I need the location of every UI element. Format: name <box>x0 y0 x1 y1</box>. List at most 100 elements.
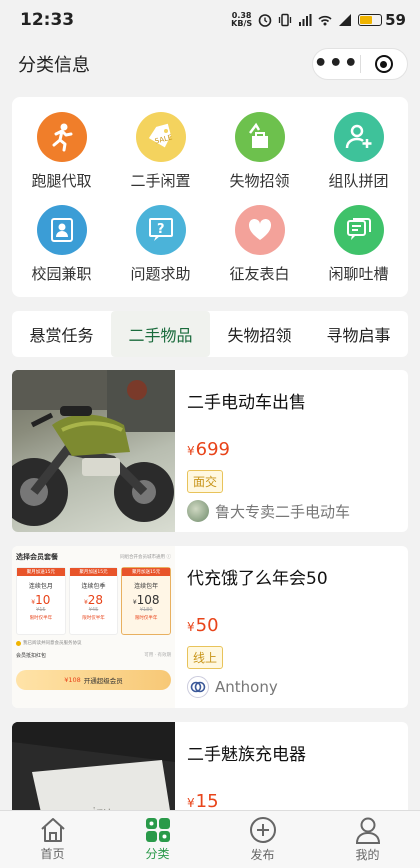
category-help[interactable]: ? 问题求助 <box>111 198 210 291</box>
seller-name: Anthony <box>215 678 278 696</box>
tabbar-label: 我的 <box>355 848 380 862</box>
plan-badge: 聚月加送15元 <box>17 568 65 576</box>
category-label: 二手闲置 <box>130 172 191 190</box>
item-price: ¥50 <box>187 615 396 636</box>
item-title: 二手电动车出售 <box>187 393 306 413</box>
seller[interactable]: Anthony <box>187 676 396 698</box>
tabbar-label: 发布 <box>250 848 275 862</box>
tab-lost-found[interactable]: 失物招领 <box>210 311 309 357</box>
category-lost-found[interactable]: 失物招领 <box>210 105 309 198</box>
plan-badge: 聚月加送15元 <box>122 568 171 576</box>
battery-level: 59 <box>385 11 406 29</box>
bottom-tab-bar: 首页 分类 发布 我的 <box>0 810 420 868</box>
plan-price: 10 <box>35 593 51 607</box>
battery-indicator: 59 <box>358 11 406 29</box>
item-title: 二手魅族充电器 <box>187 745 306 765</box>
item-list: 二手电动车出售 ¥699 面交 鲁大专卖二手电动车 选择会员套餐 同组合开会员城… <box>12 370 408 868</box>
status-bar: 12:33 0.38 KB/S 59 <box>0 0 420 40</box>
category-label: 征友表白 <box>229 265 290 283</box>
id-card-icon <box>36 205 87 255</box>
tab-lost-items[interactable]: 寻物启事 <box>309 311 408 357</box>
item-image <box>12 370 175 532</box>
category-team-up[interactable]: 组队拼团 <box>309 105 408 198</box>
trade-tag: 面交 <box>187 470 224 493</box>
mini-program-capsule: ••• <box>312 48 408 80</box>
list-item[interactable]: 二手电动车出售 ¥699 面交 鲁大专卖二手电动车 <box>12 370 408 532</box>
battery-icon <box>358 14 383 26</box>
category-dating[interactable]: 征友表白 <box>210 198 309 291</box>
cta-price: 108 <box>68 676 81 684</box>
plan-tip: 限时仅半年 <box>82 616 105 621</box>
plan-tip: 限时仅半年 <box>29 616 53 621</box>
target-circle-icon <box>374 55 393 73</box>
chat-icon <box>333 205 384 255</box>
add-user-icon <box>333 112 384 162</box>
tabbar-mine[interactable]: 我的 <box>315 811 420 868</box>
plan-old-price: ¥45 <box>88 607 99 613</box>
plan-price: 28 <box>87 593 104 607</box>
plan-yearly: 聚月加送15元 连续包年 ¥108 ¥180 限时仅半年 <box>121 567 172 635</box>
category-label: 组队拼团 <box>328 172 389 190</box>
plan-name: 连续包季 <box>81 583 106 590</box>
currency-symbol: ¥ <box>187 796 195 810</box>
category-chat[interactable]: 闲聊吐槽 <box>309 198 408 291</box>
net-speed-unit: KB/S <box>231 19 253 28</box>
item-image: 选择会员套餐 同组合开会员城市通用 ⓘ 聚月加送15元 连续包月 ¥10 ¥15… <box>12 546 175 708</box>
currency-symbol: ¥ <box>187 444 195 458</box>
seller-name: 鲁大专卖二手电动车 <box>215 502 351 521</box>
category-label: 跑腿代取 <box>31 172 92 190</box>
more-button[interactable]: ••• <box>313 49 360 79</box>
plan-old-price: ¥15 <box>36 607 46 613</box>
close-button[interactable] <box>361 49 408 79</box>
page-title: 分类信息 <box>18 55 90 76</box>
tabbar-category[interactable]: 分类 <box>105 811 210 868</box>
person-icon <box>355 817 380 844</box>
plan-old-price: ¥180 <box>139 607 153 613</box>
status-time: 12:33 <box>20 10 75 30</box>
grid-icon <box>145 818 170 842</box>
price-value: 50 <box>195 615 219 636</box>
category-label: 问题求助 <box>130 265 191 283</box>
lost-found-icon <box>234 112 285 162</box>
item-info: 二手电动车出售 ¥699 面交 鲁大专卖二手电动车 <box>175 370 408 532</box>
item-price: ¥15 <box>187 791 396 812</box>
signal-icon <box>339 14 352 26</box>
heart-icon <box>234 205 285 255</box>
plan-badge: 聚月加送15元 <box>69 568 118 576</box>
svg-text:?: ? <box>157 222 165 237</box>
category-label: 校园兼职 <box>31 265 92 283</box>
shot-heading: 选择会员套餐 <box>16 553 58 561</box>
shot-section: 会员抵扣红包 <box>16 653 47 659</box>
plan-price: 108 <box>136 593 160 607</box>
trade-tag: 线上 <box>187 646 224 669</box>
tabbar-label: 分类 <box>145 847 170 861</box>
item-title: 代充饿了么年会50 <box>187 569 328 589</box>
plan-tip: 限时仅半年 <box>134 616 158 621</box>
wifi-icon <box>318 15 332 26</box>
seller[interactable]: 鲁大专卖二手电动车 <box>187 500 396 522</box>
question-icon: ? <box>135 205 186 255</box>
tabbar-publish[interactable]: 发布 <box>210 811 315 868</box>
category-tabs: 悬赏任务 二手物品 失物招领 寻物启事 <box>12 311 408 357</box>
hd-signal-icon <box>299 14 312 26</box>
category-part-time[interactable]: 校园兼职 <box>12 198 111 291</box>
shot-note: 同组合开会员城市通用 ⓘ <box>120 555 171 560</box>
price-tag-icon: SALE <box>135 112 186 162</box>
tabbar-home[interactable]: 首页 <box>0 811 105 868</box>
category-secondhand[interactable]: SALE 二手闲置 <box>111 105 210 198</box>
avatar <box>187 500 209 522</box>
home-icon <box>40 818 65 842</box>
cta-label: 开通超级会员 <box>83 677 123 685</box>
plan-quarterly: 聚月加送15元 连续包季 ¥28 ¥45 限时仅半年 <box>68 567 119 635</box>
price-value: 15 <box>195 791 219 812</box>
tab-reward-tasks[interactable]: 悬赏任务 <box>12 311 111 357</box>
runner-icon <box>36 112 87 162</box>
plan-name: 连续包年 <box>134 583 159 590</box>
tab-secondhand[interactable]: 二手物品 <box>111 311 210 357</box>
membership-screenshot: 选择会员套餐 同组合开会员城市通用 ⓘ 聚月加送15元 连续包月 ¥10 ¥15… <box>12 546 175 690</box>
list-item[interactable]: 选择会员套餐 同组合开会员城市通用 ⓘ 聚月加送15元 连续包月 ¥10 ¥15… <box>12 546 408 708</box>
category-errand[interactable]: 跑腿代取 <box>12 105 111 198</box>
scooter-illustration <box>12 370 175 526</box>
price-value: 699 <box>195 439 230 460</box>
category-grid: 跑腿代取 SALE 二手闲置 失物招领 组队拼团 校园兼职 ? 问题求助 征友表 <box>12 97 408 297</box>
